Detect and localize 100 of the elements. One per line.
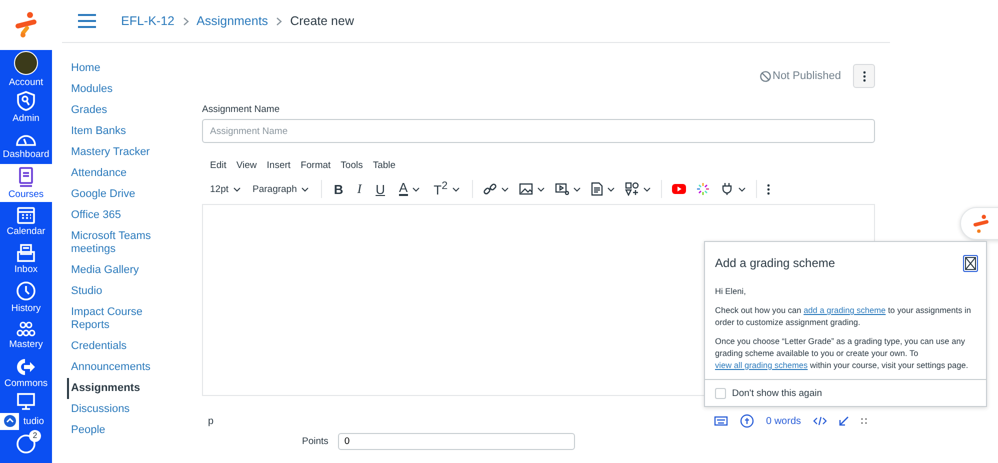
chevron-down-icon xyxy=(300,186,309,192)
menu-item[interactable]: Tools xyxy=(340,160,363,171)
global-nav-item[interactable]: 2 xyxy=(0,430,52,454)
assistant-button[interactable] xyxy=(960,207,998,240)
course-nav-link[interactable]: Announcements xyxy=(71,357,171,378)
more-vertical-icon xyxy=(766,184,770,194)
code-icon[interactable] xyxy=(813,416,827,426)
course-nav-link[interactable]: Google Drive xyxy=(71,184,171,205)
global-nav-item[interactable]: Courses xyxy=(0,164,52,202)
accessibility-check-icon[interactable] xyxy=(740,414,754,428)
logo-icon xyxy=(971,214,991,234)
global-nav-item[interactable]: tudio xyxy=(0,392,52,430)
chevron-down-icon xyxy=(606,186,615,192)
course-nav-link[interactable]: Mastery Tracker xyxy=(71,142,171,163)
accessibility-icon xyxy=(4,415,16,427)
sparkle-icon xyxy=(696,182,710,196)
shield-icon xyxy=(16,90,36,110)
course-nav-link[interactable]: Credentials xyxy=(71,336,171,357)
course-nav-link[interactable]: Assignments xyxy=(67,378,171,399)
nodes-icon xyxy=(16,320,36,336)
link-icon xyxy=(482,182,497,196)
more-vertical-icon xyxy=(862,70,866,82)
chevron-down-icon xyxy=(536,186,545,192)
breadcrumb-link[interactable]: Assignments xyxy=(196,14,268,28)
element-path: p xyxy=(208,416,214,426)
media-icon xyxy=(554,183,569,195)
font-size-dropdown[interactable]: 12pt xyxy=(206,178,246,200)
popup-paragraph: Once you choose “Letter Grade” as a grading type, you can use any grading scheme available to you or create your own. To view all grading schemes within your course, visit your settings page. xyxy=(715,335,970,371)
drag-handle-icon[interactable] xyxy=(861,418,867,424)
course-nav-link[interactable]: Modules xyxy=(71,79,171,100)
nav-label: tudio xyxy=(23,416,44,426)
breadcrumb-link[interactable]: EFL-K-12 xyxy=(121,14,174,28)
close-icon xyxy=(965,256,976,270)
nav-label: Calendar xyxy=(6,226,46,236)
more-options-button[interactable] xyxy=(853,64,875,88)
inbox-icon xyxy=(17,244,35,262)
document-icon xyxy=(590,182,603,196)
play-icon xyxy=(672,184,686,194)
course-nav-link[interactable]: People xyxy=(71,420,171,441)
course-nav-link[interactable]: Discussions xyxy=(71,399,171,420)
course-nav-link[interactable]: Attendance xyxy=(71,163,171,184)
menu-item[interactable]: Edit xyxy=(210,160,226,171)
points-field[interactable]: 0 xyxy=(338,433,576,450)
format-button[interactable]: T$^{2}$ xyxy=(428,178,466,200)
word-count[interactable]: 0 words xyxy=(766,416,801,426)
menu-item[interactable]: Table xyxy=(372,160,396,171)
popup-paragraph: Check out how you can add a grading scheme to your assignments in order to customize assignment grading. xyxy=(715,304,972,328)
greeting-text: Hi Eleni, xyxy=(715,285,747,297)
image-icon xyxy=(518,183,533,195)
format-button[interactable]: U xyxy=(370,178,391,200)
nav-label: Account xyxy=(8,76,44,88)
checkbox-label[interactable]: Don't show this again xyxy=(732,388,822,398)
share-arrow-icon xyxy=(16,358,36,376)
menu-item[interactable]: Insert xyxy=(266,160,291,171)
course-nav-link[interactable]: Media Gallery xyxy=(71,260,171,281)
checkbox[interactable] xyxy=(715,388,726,398)
text-link[interactable]: view all grading schemes xyxy=(715,360,808,370)
course-nav-link[interactable]: Office 365 xyxy=(71,205,171,226)
prohibited-icon xyxy=(760,70,770,82)
global-nav-item[interactable]: Inbox xyxy=(0,240,52,278)
logo-icon[interactable] xyxy=(13,11,39,39)
apps-icon xyxy=(624,182,639,196)
menu-item[interactable]: View xyxy=(236,160,257,171)
accessibility-button[interactable] xyxy=(0,412,19,430)
chevron-right-icon xyxy=(276,16,282,26)
course-nav-link[interactable]: Microsoft Teams meetings xyxy=(71,226,171,260)
course-nav-link[interactable]: Studio xyxy=(71,281,171,302)
close-button[interactable] xyxy=(963,254,978,272)
nav-label: History xyxy=(11,302,41,314)
course-nav-link[interactable]: Grades xyxy=(71,100,171,121)
global-nav-item[interactable]: Mastery xyxy=(0,316,52,354)
format-button[interactable]: B xyxy=(328,178,350,200)
course-nav-link[interactable]: Home xyxy=(71,58,171,79)
menu-icon[interactable] xyxy=(78,14,96,28)
format-button[interactable]: A xyxy=(393,178,426,200)
avatar-icon xyxy=(14,50,38,74)
breadcrumb-link[interactable]: Create new xyxy=(290,14,354,28)
global-nav-item[interactable]: Account xyxy=(0,50,52,88)
course-nav-link[interactable]: Impact Course Reports xyxy=(71,302,171,336)
assignment-name-field[interactable]: Assignment Name xyxy=(202,119,875,143)
global-nav-item[interactable]: Admin xyxy=(0,88,52,126)
global-nav-item[interactable]: Dashboard xyxy=(0,126,52,164)
block-format-dropdown[interactable]: Paragraph xyxy=(248,178,315,200)
global-nav-item[interactable]: Commons xyxy=(0,354,52,392)
global-nav-item[interactable]: History xyxy=(0,278,52,316)
chevron-down-icon xyxy=(572,186,581,192)
chevron-down-icon xyxy=(642,186,651,192)
nav-label: Courses xyxy=(8,188,44,200)
menu-item[interactable]: Format xyxy=(300,160,331,171)
chevron-right-icon xyxy=(182,16,188,26)
course-nav-link[interactable]: Item Banks xyxy=(71,121,171,142)
field-label: Assignment Name xyxy=(202,104,281,115)
publish-status[interactable]: Not Published xyxy=(760,70,841,82)
nav-label: Mastery xyxy=(9,338,43,350)
expand-icon[interactable] xyxy=(839,416,849,426)
global-nav-item[interactable]: Calendar xyxy=(0,202,52,240)
text-link[interactable]: add a grading scheme xyxy=(804,305,886,315)
format-button[interactable]: I xyxy=(351,178,368,200)
calendar-icon xyxy=(17,206,35,224)
keyboard-icon[interactable] xyxy=(714,416,728,426)
